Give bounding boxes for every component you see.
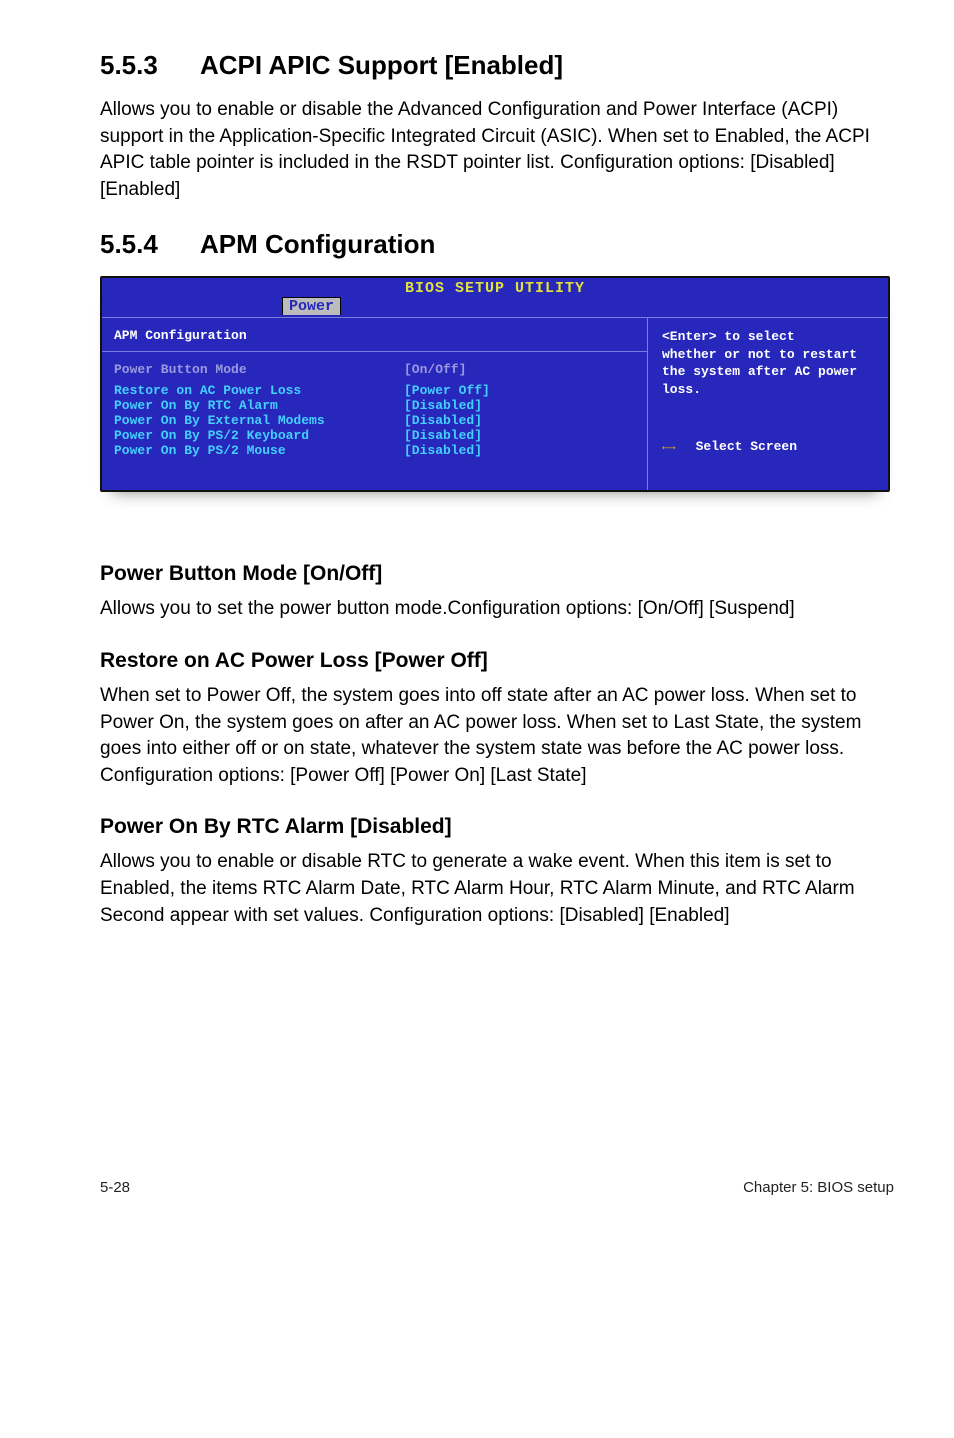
config-value: [Power Off] xyxy=(404,383,490,398)
section-title: ACPI APIC Support [Enabled] xyxy=(200,50,563,80)
bios-screenshot: BIOS SETUP UTILITY Power APM Configurati… xyxy=(100,276,890,492)
config-row: Restore on AC Power Loss[Power Off] xyxy=(114,383,635,398)
config-row: Power On By RTC Alarm[Disabled] xyxy=(114,398,635,413)
chapter-label: Chapter 5: BIOS setup xyxy=(743,1179,894,1196)
sub-body-rtc-alarm: Allows you to enable or disable RTC to g… xyxy=(100,849,894,929)
bios-title: BIOS SETUP UTILITY xyxy=(102,278,888,297)
config-value: [Disabled] xyxy=(404,413,482,428)
config-value: [Disabled] xyxy=(404,398,482,413)
config-row: Power On By PS/2 Keyboard[Disabled] xyxy=(114,428,635,443)
section-number: 5.5.3 xyxy=(100,50,200,81)
bios-config-panel: APM Configuration Power Button Mode[On/O… xyxy=(102,318,648,490)
config-title: APM Configuration xyxy=(114,328,635,343)
config-value: [Disabled] xyxy=(404,443,482,458)
sub-heading-restore-ac: Restore on AC Power Loss [Power Off] xyxy=(100,649,894,673)
nav-text: Select Screen xyxy=(696,439,797,454)
config-value: [Disabled] xyxy=(404,428,482,443)
section-title: APM Configuration xyxy=(200,229,435,259)
nav-hint: ←→ Select Screen xyxy=(662,439,876,454)
bios-tab-power: Power xyxy=(282,297,341,315)
sub-heading-power-button: Power Button Mode [On/Off] xyxy=(100,562,894,586)
section-number: 5.5.4 xyxy=(100,229,200,260)
page-number: 5-28 xyxy=(100,1179,130,1196)
arrow-icon: ←→ xyxy=(662,439,674,454)
help-text-line2: whether or not to restart the system aft… xyxy=(662,346,876,399)
sub-heading-rtc-alarm: Power On By RTC Alarm [Disabled] xyxy=(100,815,894,839)
bios-help-panel: <Enter> to select whether or not to rest… xyxy=(648,318,888,490)
page-footer: 5-28 Chapter 5: BIOS setup xyxy=(100,1169,894,1196)
sub-body-restore-ac: When set to Power Off, the system goes i… xyxy=(100,683,894,789)
config-value: [On/Off] xyxy=(404,362,466,377)
config-label: Power On By External Modems xyxy=(114,413,404,428)
config-label: Power On By RTC Alarm xyxy=(114,398,404,413)
section-heading-acpi: 5.5.3ACPI APIC Support [Enabled] xyxy=(100,50,894,81)
config-label: Power On By PS/2 Keyboard xyxy=(114,428,404,443)
help-text-line1: <Enter> to select xyxy=(662,328,876,346)
section-heading-apm: 5.5.4APM Configuration xyxy=(100,229,894,260)
section-body-acpi: Allows you to enable or disable the Adva… xyxy=(100,97,894,203)
config-label: Power On By PS/2 Mouse xyxy=(114,443,404,458)
config-row-selected: Power Button Mode[On/Off] xyxy=(114,362,635,377)
config-label: Restore on AC Power Loss xyxy=(114,383,404,398)
sub-body-power-button: Allows you to set the power button mode.… xyxy=(100,596,894,623)
config-label: Power Button Mode xyxy=(114,362,404,377)
bios-tab-row: Power xyxy=(102,297,888,317)
config-row: Power On By External Modems[Disabled] xyxy=(114,413,635,428)
config-row: Power On By PS/2 Mouse[Disabled] xyxy=(114,443,635,458)
